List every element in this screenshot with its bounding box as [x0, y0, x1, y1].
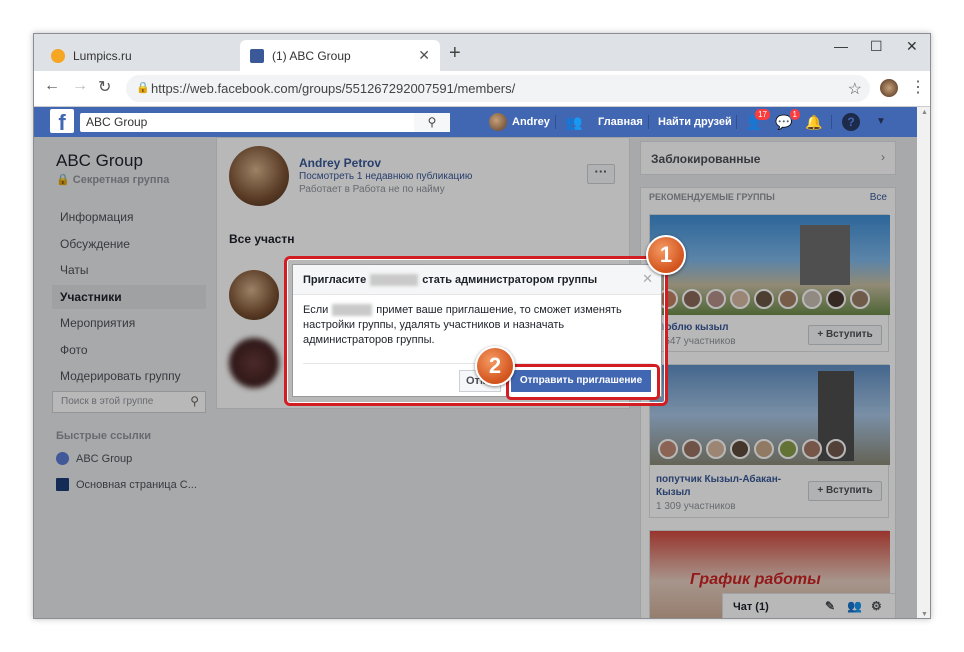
messenger-icon[interactable]: 💬 1: [775, 108, 801, 131]
scrollbar[interactable]: ▲ ▼: [917, 107, 930, 618]
find-friends-link[interactable]: Найти друзей: [658, 116, 732, 128]
address-bar[interactable]: 🔒 https://web.facebook.com/groups/551267…: [126, 75, 870, 102]
step-marker-1: 1: [646, 235, 686, 275]
divider: [648, 115, 649, 129]
step-marker-2: 2: [475, 346, 515, 386]
highlight-send-button: [506, 364, 660, 400]
facebook-favicon-icon: [250, 48, 264, 63]
divider: [736, 115, 737, 129]
scroll-down-icon[interactable]: ▼: [921, 611, 928, 618]
tab-title: (1) ABC Group: [272, 48, 351, 63]
messages-badge: 1: [788, 108, 801, 121]
maximize-icon[interactable]: ☐: [870, 38, 883, 55]
friend-requests-icon[interactable]: 👤 17: [745, 108, 771, 131]
forward-icon[interactable]: →: [72, 77, 88, 95]
page-content: f ABC Group ⚲ Andrey 👥 Главная Найти дру…: [34, 107, 930, 618]
help-icon[interactable]: ?: [842, 113, 860, 131]
minimize-icon[interactable]: —: [834, 38, 848, 54]
avatar[interactable]: [489, 113, 507, 131]
tab-strip: Lumpics.ru ✕ (1) ABC Group ✕ + — ☐ ✕: [34, 34, 930, 71]
profile-link[interactable]: Andrey: [512, 116, 550, 128]
menu-icon[interactable]: ⋮: [910, 77, 926, 97]
search-input[interactable]: ABC Group: [80, 113, 450, 132]
new-tab-icon[interactable]: +: [449, 42, 461, 65]
facebook-logo-icon[interactable]: f: [50, 109, 74, 135]
friend-requests-badge: 17: [754, 108, 771, 121]
tab-lumpics[interactable]: Lumpics.ru ✕: [41, 40, 263, 71]
bell-icon[interactable]: 🔔: [805, 113, 823, 131]
close-tab-icon[interactable]: ✕: [418, 47, 430, 64]
toolbar: ← → ↻ 🔒 https://web.facebook.com/groups/…: [34, 71, 930, 107]
url-text: https://web.facebook.com/groups/55126729…: [151, 81, 516, 96]
tab-abc-group[interactable]: (1) ABC Group ✕: [240, 40, 440, 71]
browser-window: Lumpics.ru ✕ (1) ABC Group ✕ + — ☐ ✕ ← →…: [33, 33, 931, 619]
tab-title: Lumpics.ru: [73, 48, 132, 63]
friends-icon[interactable]: 👥: [565, 113, 583, 131]
home-link[interactable]: Главная: [598, 116, 643, 128]
divider: [555, 115, 556, 129]
chevron-down-icon[interactable]: ▼: [872, 113, 890, 131]
search-icon[interactable]: ⚲: [414, 113, 450, 132]
close-window-icon[interactable]: ✕: [906, 38, 918, 55]
profile-avatar[interactable]: [880, 79, 898, 97]
scroll-up-icon[interactable]: ▲: [921, 109, 928, 116]
reload-icon[interactable]: ↻: [98, 77, 111, 97]
back-icon[interactable]: ←: [44, 77, 60, 95]
lock-icon: 🔒: [136, 82, 150, 94]
facebook-bar: f ABC Group ⚲ Andrey 👥 Главная Найти дру…: [34, 107, 917, 137]
lumpics-favicon-icon: [51, 48, 65, 63]
bookmark-star-icon[interactable]: ☆: [848, 79, 862, 99]
divider: [831, 115, 832, 129]
